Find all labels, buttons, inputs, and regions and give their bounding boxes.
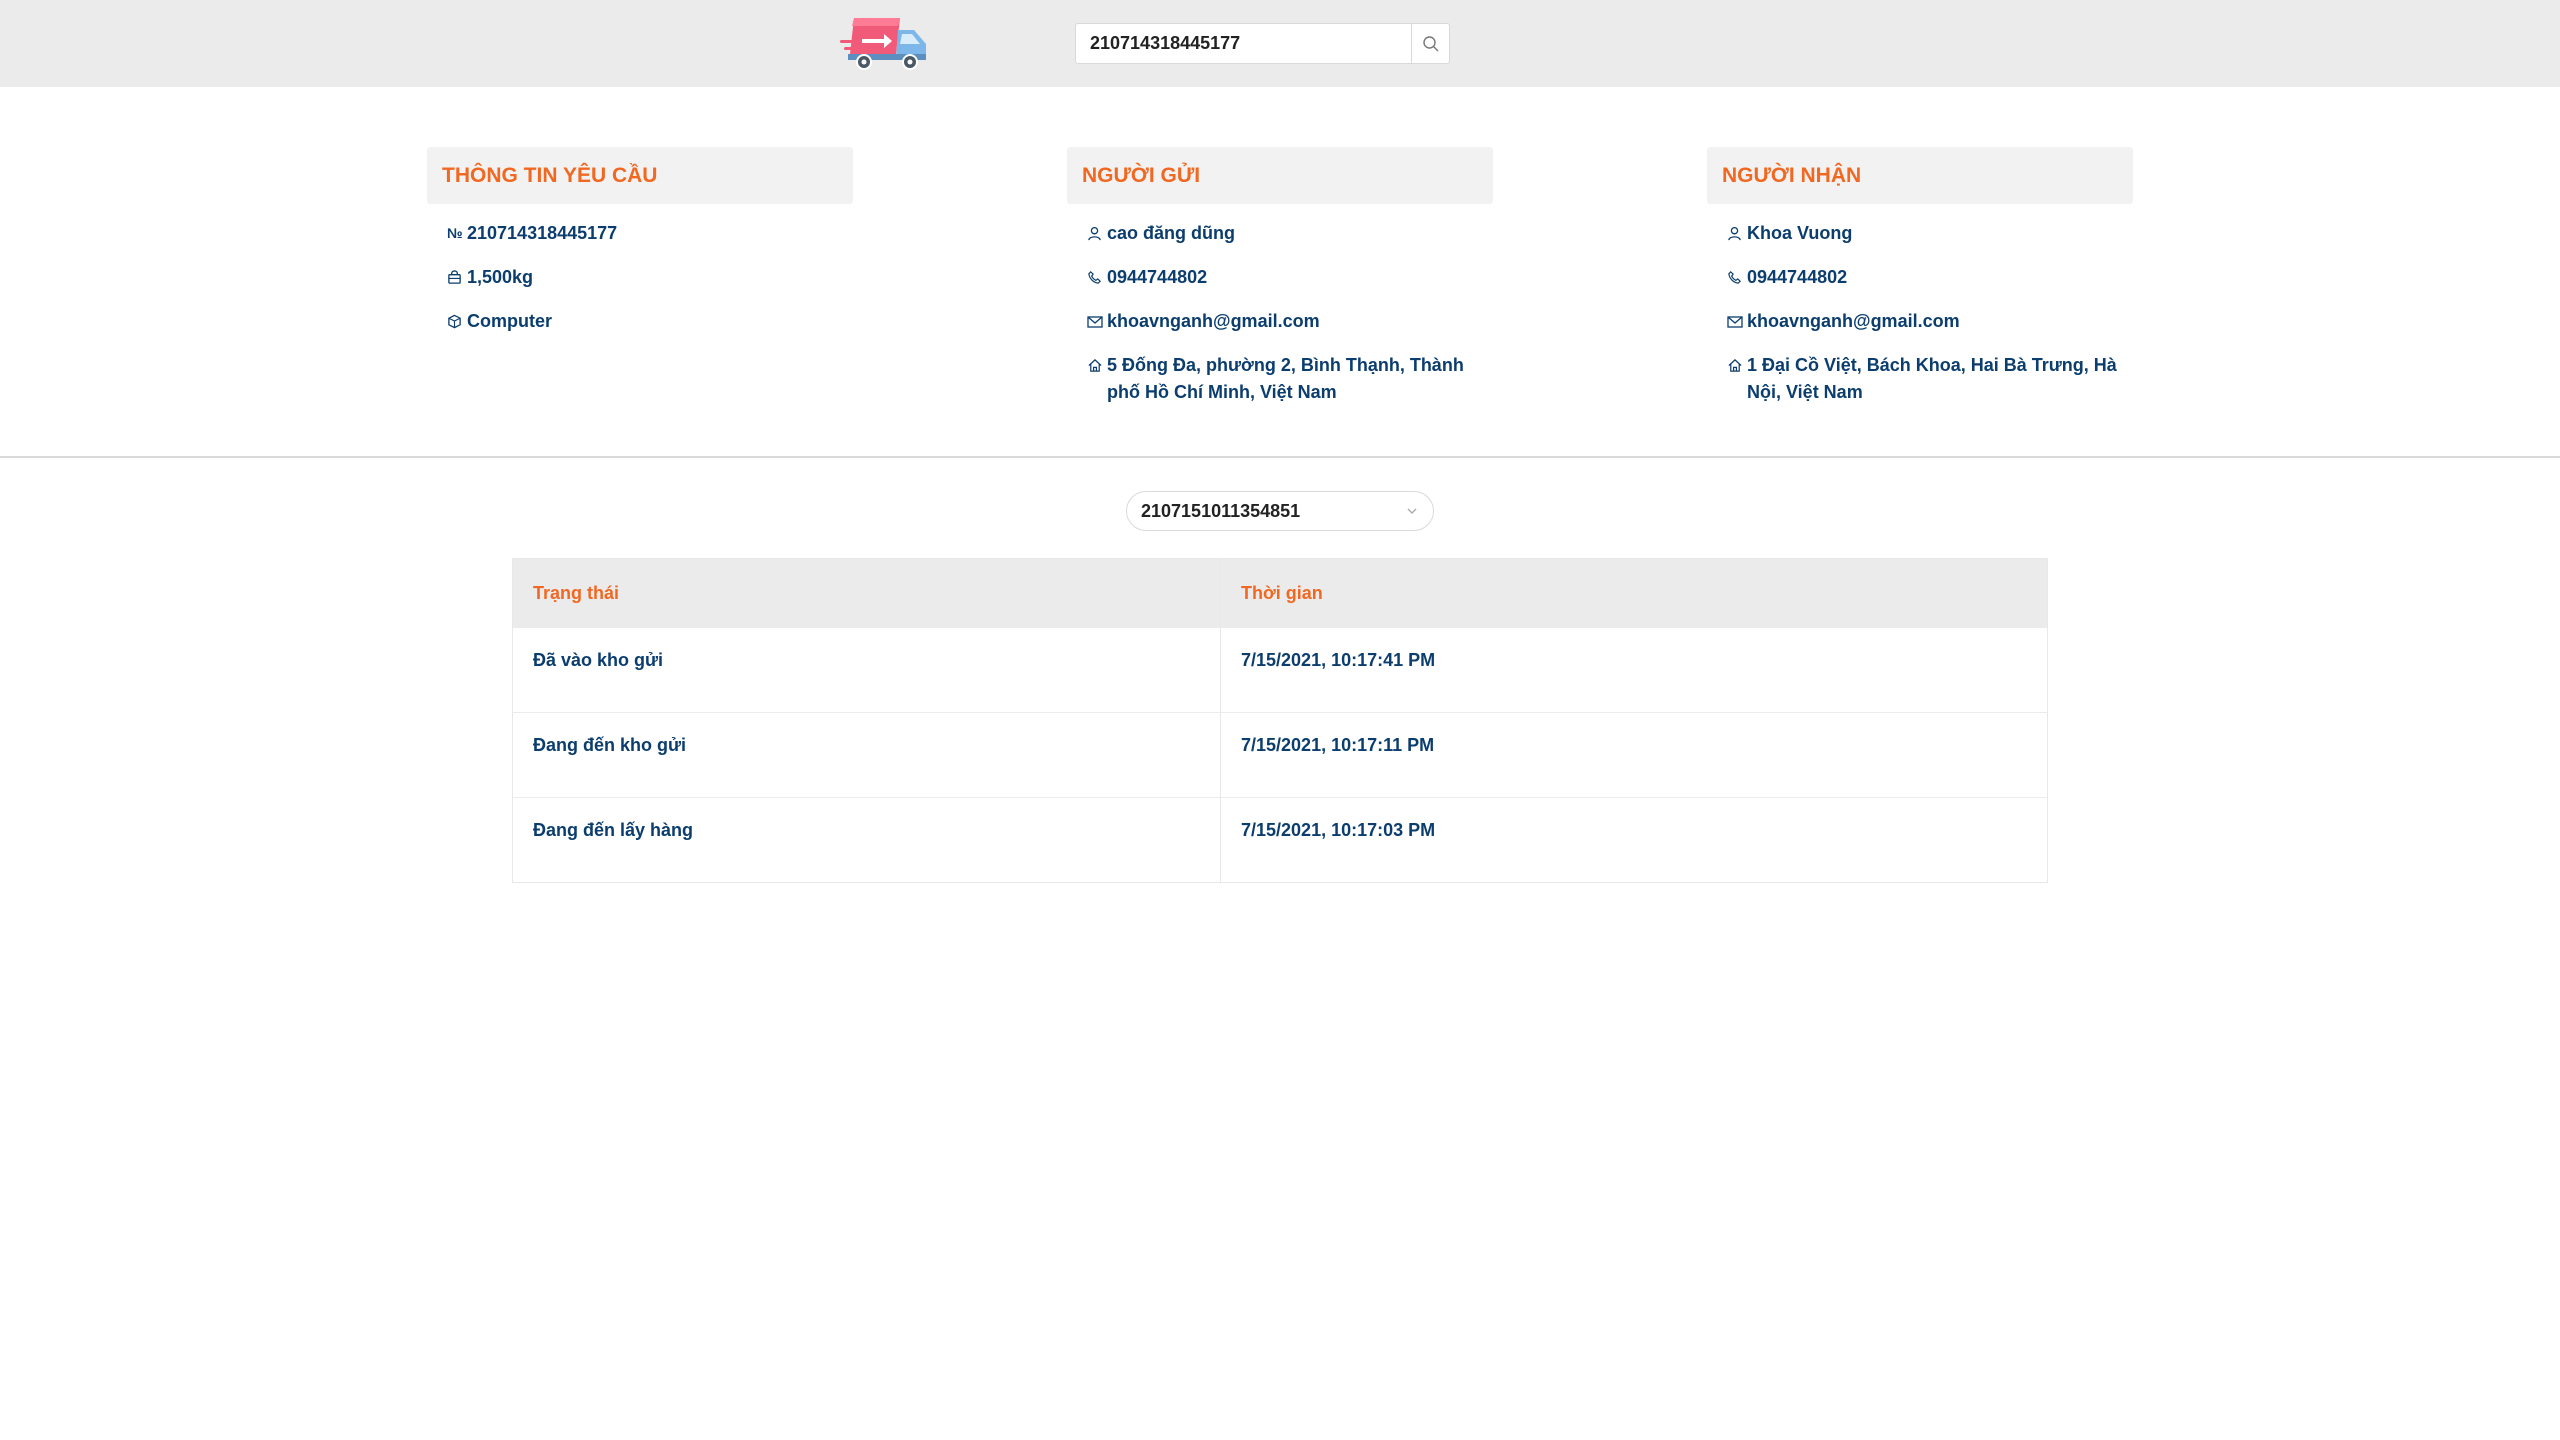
request-info-title: THÔNG TIN YÊU CẦU	[427, 147, 853, 204]
user-icon	[1727, 220, 1747, 247]
status-cell: Đang đến kho gửi	[512, 712, 1221, 798]
shopping-bag-icon	[447, 264, 467, 291]
section-divider	[0, 456, 2560, 458]
search-input[interactable]	[1075, 23, 1411, 64]
phone-icon	[1087, 264, 1107, 291]
table-row: Đang đến kho gửi 7/15/2021, 10:17:11 PM	[512, 712, 2048, 798]
mail-icon	[1087, 308, 1107, 335]
receiver-card: NGƯỜI NHẬN Khoa Vuong 0944744802 khoavng…	[1707, 147, 2133, 423]
package-weight: 1,500kg	[467, 267, 534, 287]
receiver-address: 1 Đại Cồ Việt, Bách Khoa, Hai Bà Trưng, …	[1747, 355, 2117, 402]
sender-phone: 0944744802	[1107, 267, 1208, 287]
user-icon	[1087, 220, 1107, 247]
phone-icon	[1727, 264, 1747, 291]
sender-address: 5 Đống Đa, phường 2, Bình Thạnh, Thành p…	[1107, 355, 1464, 402]
receiver-phone-row: 0944744802	[1727, 264, 2133, 291]
receiver-email: khoavnganh@gmail.com	[1747, 311, 1960, 331]
time-cell: 7/15/2021, 10:17:11 PM	[1220, 712, 2048, 798]
status-table: Trạng thái Thời gian Đã vào kho gửi 7/15…	[512, 558, 2048, 883]
sender-title: NGƯỜI GỬI	[1067, 147, 1493, 204]
top-bar	[0, 0, 2560, 87]
receiver-title: NGƯỜI NHẬN	[1707, 147, 2133, 204]
status-cell: Đang đến lấy hàng	[512, 797, 1221, 883]
number-sign-icon: №	[447, 225, 463, 241]
table-row: Đang đến lấy hàng 7/15/2021, 10:17:03 PM	[512, 797, 2048, 883]
receiver-name: Khoa Vuong	[1747, 223, 1853, 243]
search-icon	[1422, 35, 1438, 51]
request-code-row: № 210714318445177	[447, 220, 853, 247]
receiver-email-row: khoavnganh@gmail.com	[1727, 308, 2133, 335]
item-row: Computer	[447, 308, 853, 335]
package-item: Computer	[467, 311, 552, 331]
status-cell: Đã vào kho gửi	[512, 627, 1221, 713]
search-bar	[1075, 23, 1450, 64]
column-header-time: Thời gian	[1220, 558, 2048, 628]
package-icon	[447, 308, 467, 335]
sender-name: cao đăng dũng	[1107, 223, 1235, 243]
receiver-address-row: 1 Đại Cồ Việt, Bách Khoa, Hai Bà Trưng, …	[1727, 352, 2133, 406]
sender-email-row: khoavnganh@gmail.com	[1087, 308, 1493, 335]
tracking-code-select[interactable]: 2107151011354851	[1126, 491, 1434, 531]
request-info-card: THÔNG TIN YÊU CẦU № 210714318445177 1,50…	[427, 147, 853, 352]
table-row: Đã vào kho gửi 7/15/2021, 10:17:41 PM	[512, 627, 2048, 713]
sender-phone-row: 0944744802	[1087, 264, 1493, 291]
tracking-code-value: 2107151011354851	[1141, 500, 1301, 521]
delivery-truck-logo[interactable]	[840, 14, 932, 74]
sender-address-row: 5 Đống Đa, phường 2, Bình Thạnh, Thành p…	[1087, 352, 1493, 406]
time-cell: 7/15/2021, 10:17:41 PM	[1220, 627, 2048, 713]
weight-row: 1,500kg	[447, 264, 853, 291]
sender-email: khoavnganh@gmail.com	[1107, 311, 1320, 331]
time-cell: 7/15/2021, 10:17:03 PM	[1220, 797, 2048, 883]
receiver-phone: 0944744802	[1747, 267, 1848, 287]
search-button[interactable]	[1411, 23, 1450, 64]
receiver-name-row: Khoa Vuong	[1727, 220, 2133, 247]
column-header-status: Trạng thái	[512, 558, 1221, 628]
request-code: 210714318445177	[467, 223, 618, 243]
sender-card: NGƯỜI GỬI cao đăng dũng 0944744802 khoav…	[1067, 147, 1493, 423]
sender-name-row: cao đăng dũng	[1087, 220, 1493, 247]
table-header-row: Trạng thái Thời gian	[512, 558, 2048, 628]
mail-icon	[1727, 308, 1747, 335]
chevron-down-icon	[1407, 508, 1417, 514]
